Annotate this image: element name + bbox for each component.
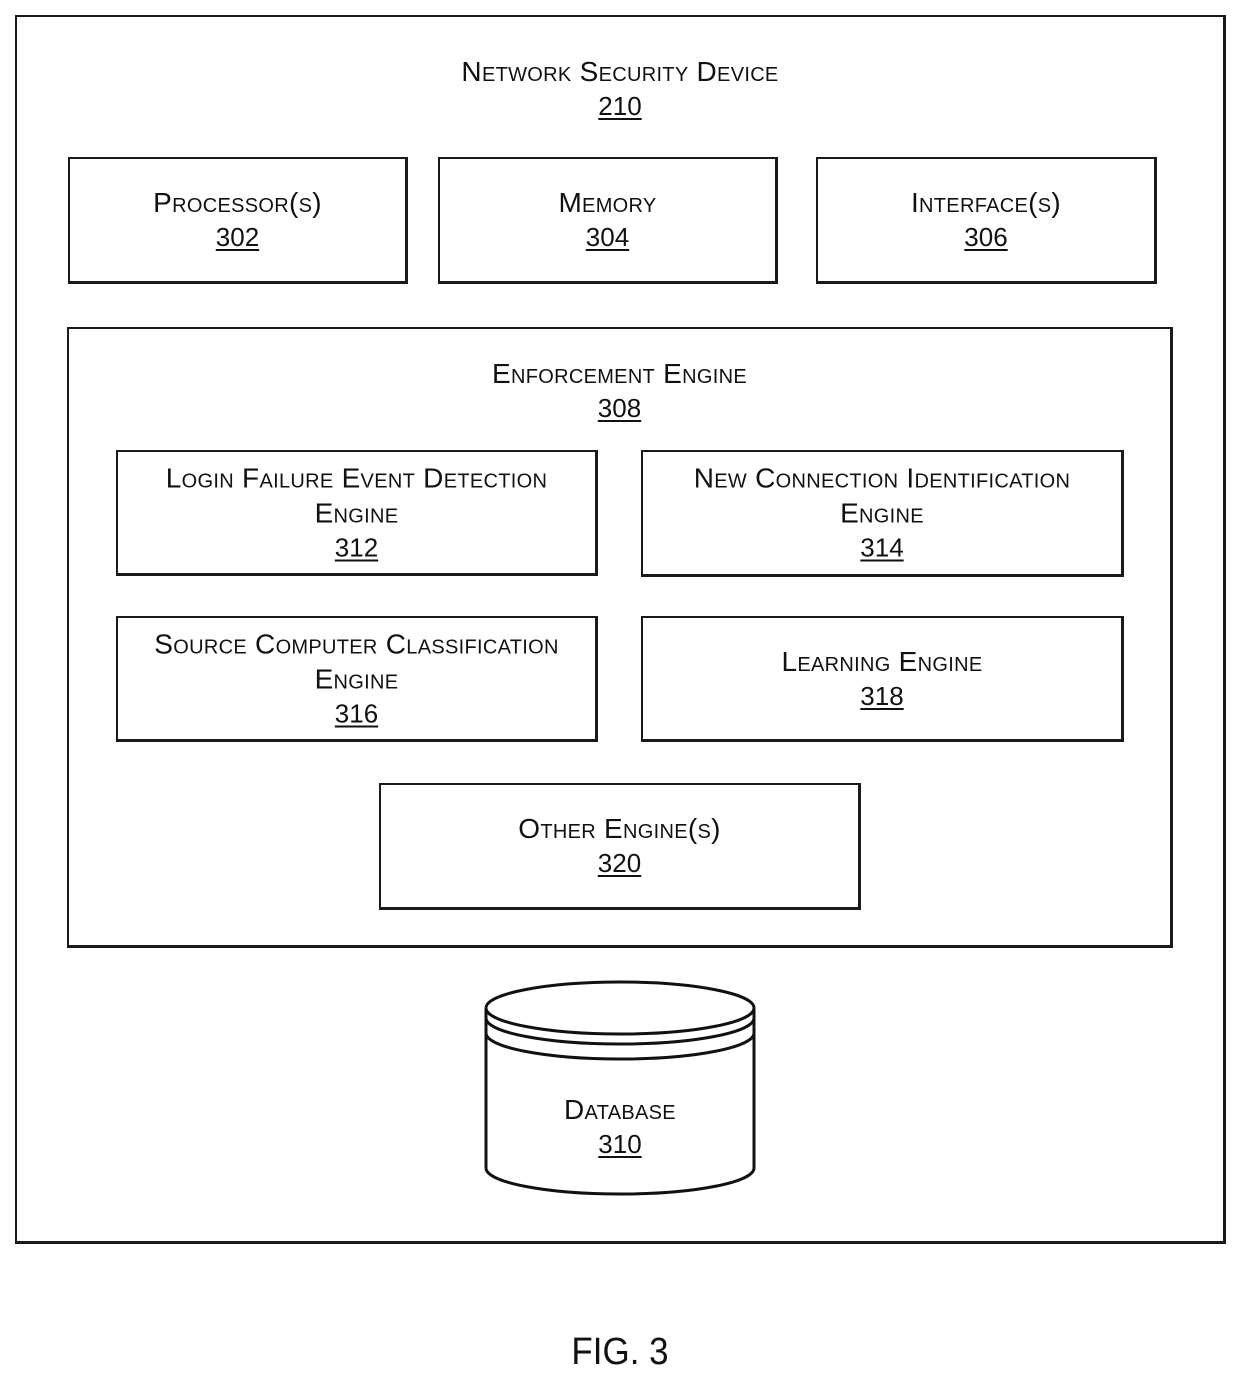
source-computer-classification-engine-box: Source Computer Classification Engine 31…: [116, 616, 598, 742]
login-failure-engine-title-line1: Login Failure Event Detection: [165, 462, 548, 493]
interface-box: Interface(s) 306: [816, 157, 1157, 284]
enforcement-engine-ref-number: 308: [597, 393, 642, 423]
learning-engine-box: Learning Engine 318: [641, 616, 1124, 742]
learning-engine-title: Learning Engine: [781, 645, 983, 677]
other-engines-ref-number: 320: [597, 848, 642, 878]
processor-box: Processor(s) 302: [68, 157, 408, 284]
memory-ref-number: 304: [585, 222, 630, 252]
device-title: Network Security Device: [461, 56, 779, 87]
figure-caption: FIG. 3: [571, 1331, 669, 1373]
memory-box: Memory 304: [438, 157, 778, 284]
source-computer-engine-title-line1: Source Computer Classification: [154, 628, 559, 659]
processor-ref-number: 302: [215, 222, 260, 252]
learning-engine-ref-number: 318: [860, 680, 904, 711]
new-connection-engine-title-line1: New Connection Identification: [693, 462, 1071, 494]
interface-title: Interface(s): [910, 187, 1062, 218]
device-ref-number: 210: [598, 91, 642, 121]
new-connection-engine-ref-number: 314: [860, 532, 904, 563]
source-computer-engine-ref-number: 316: [334, 698, 379, 728]
database: Database 310: [482, 978, 758, 1200]
database-title: Database: [564, 1094, 676, 1125]
other-engines-box: Other Engine(s) 320: [379, 783, 861, 910]
network-security-device-label: Network Security Device 210: [17, 54, 1223, 124]
database-cylinder-icon: [484, 980, 756, 1196]
database-ref-number: 310: [598, 1129, 642, 1159]
database-top: [484, 980, 756, 1036]
login-failure-engine-title-line2: Engine: [314, 497, 399, 528]
login-failure-event-detection-engine-box: Login Failure Event Detection Engine 312: [116, 450, 598, 576]
new-connection-engine-title-line2: Engine: [840, 497, 924, 529]
interface-ref-number: 306: [964, 222, 1008, 252]
enforcement-engine-title: Enforcement Engine: [492, 358, 747, 389]
source-computer-engine-title-line2: Engine: [314, 663, 399, 694]
other-engines-title: Other Engine(s): [518, 813, 721, 844]
memory-title: Memory: [558, 187, 657, 218]
processor-title: Processor(s): [153, 187, 322, 218]
login-failure-engine-ref-number: 312: [334, 532, 379, 562]
new-connection-identification-engine-box: New Connection Identification Engine 314: [641, 450, 1124, 577]
